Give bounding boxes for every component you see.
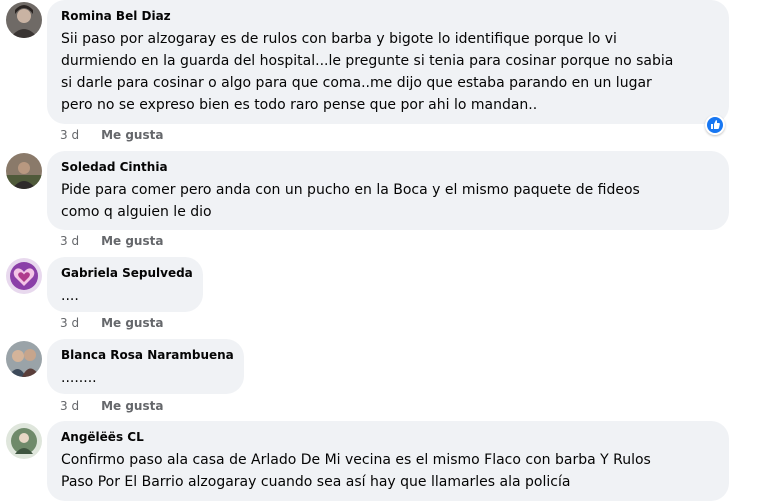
comment-bubble: Soledad Cinthia Pide para comer pero and… [47, 151, 729, 230]
avatar[interactable] [6, 423, 42, 459]
comment-bubble: Gabriela Sepulveda .... [47, 257, 203, 312]
comment-text: ........ [61, 370, 97, 386]
comment-actions: 3 d Me gusta [60, 233, 163, 249]
avatar[interactable] [6, 258, 42, 294]
comment-bubble: Angëlëës CL Confirmo paso ala casa de Ar… [47, 421, 729, 501]
comment-timestamp[interactable]: 3 d [60, 128, 79, 142]
like-button[interactable]: Me gusta [101, 128, 163, 142]
comment-timestamp[interactable]: 3 d [60, 399, 79, 413]
comment-text: Confirmo paso ala casa de Arlado De Mi v… [61, 452, 651, 490]
comment-author[interactable]: Gabriela Sepulveda [61, 265, 193, 281]
like-button[interactable]: Me gusta [101, 399, 163, 413]
like-button[interactable]: Me gusta [101, 234, 163, 248]
comment-bubble: Romina Bel Diaz Sii paso por alzogaray e… [47, 0, 729, 124]
comment-actions: 3 d Me gusta [60, 127, 163, 143]
avatar[interactable] [6, 153, 42, 189]
comment-timestamp[interactable]: 3 d [60, 316, 79, 330]
comment-text: .... [61, 288, 79, 304]
like-button[interactable]: Me gusta [101, 316, 163, 330]
like-reaction-icon[interactable] [705, 115, 725, 135]
comment-author[interactable]: Blanca Rosa Narambuena [61, 347, 234, 363]
comment-text: Sii paso por alzogaray es de rulos con b… [61, 31, 674, 113]
comment-bubble: Blanca Rosa Narambuena ........ [47, 339, 244, 394]
comment-timestamp[interactable]: 3 d [60, 234, 79, 248]
comment-author[interactable]: Romina Bel Diaz [61, 8, 715, 24]
comment-actions: 3 d Me gusta [60, 398, 163, 414]
avatar[interactable] [6, 2, 42, 38]
avatar[interactable] [6, 341, 42, 377]
comment-actions: 3 d Me gusta [60, 315, 163, 331]
comment-author[interactable]: Soledad Cinthia [61, 159, 715, 175]
comment-author[interactable]: Angëlëës CL [61, 429, 715, 445]
comment-text: Pide para comer pero anda con un pucho e… [61, 182, 640, 220]
